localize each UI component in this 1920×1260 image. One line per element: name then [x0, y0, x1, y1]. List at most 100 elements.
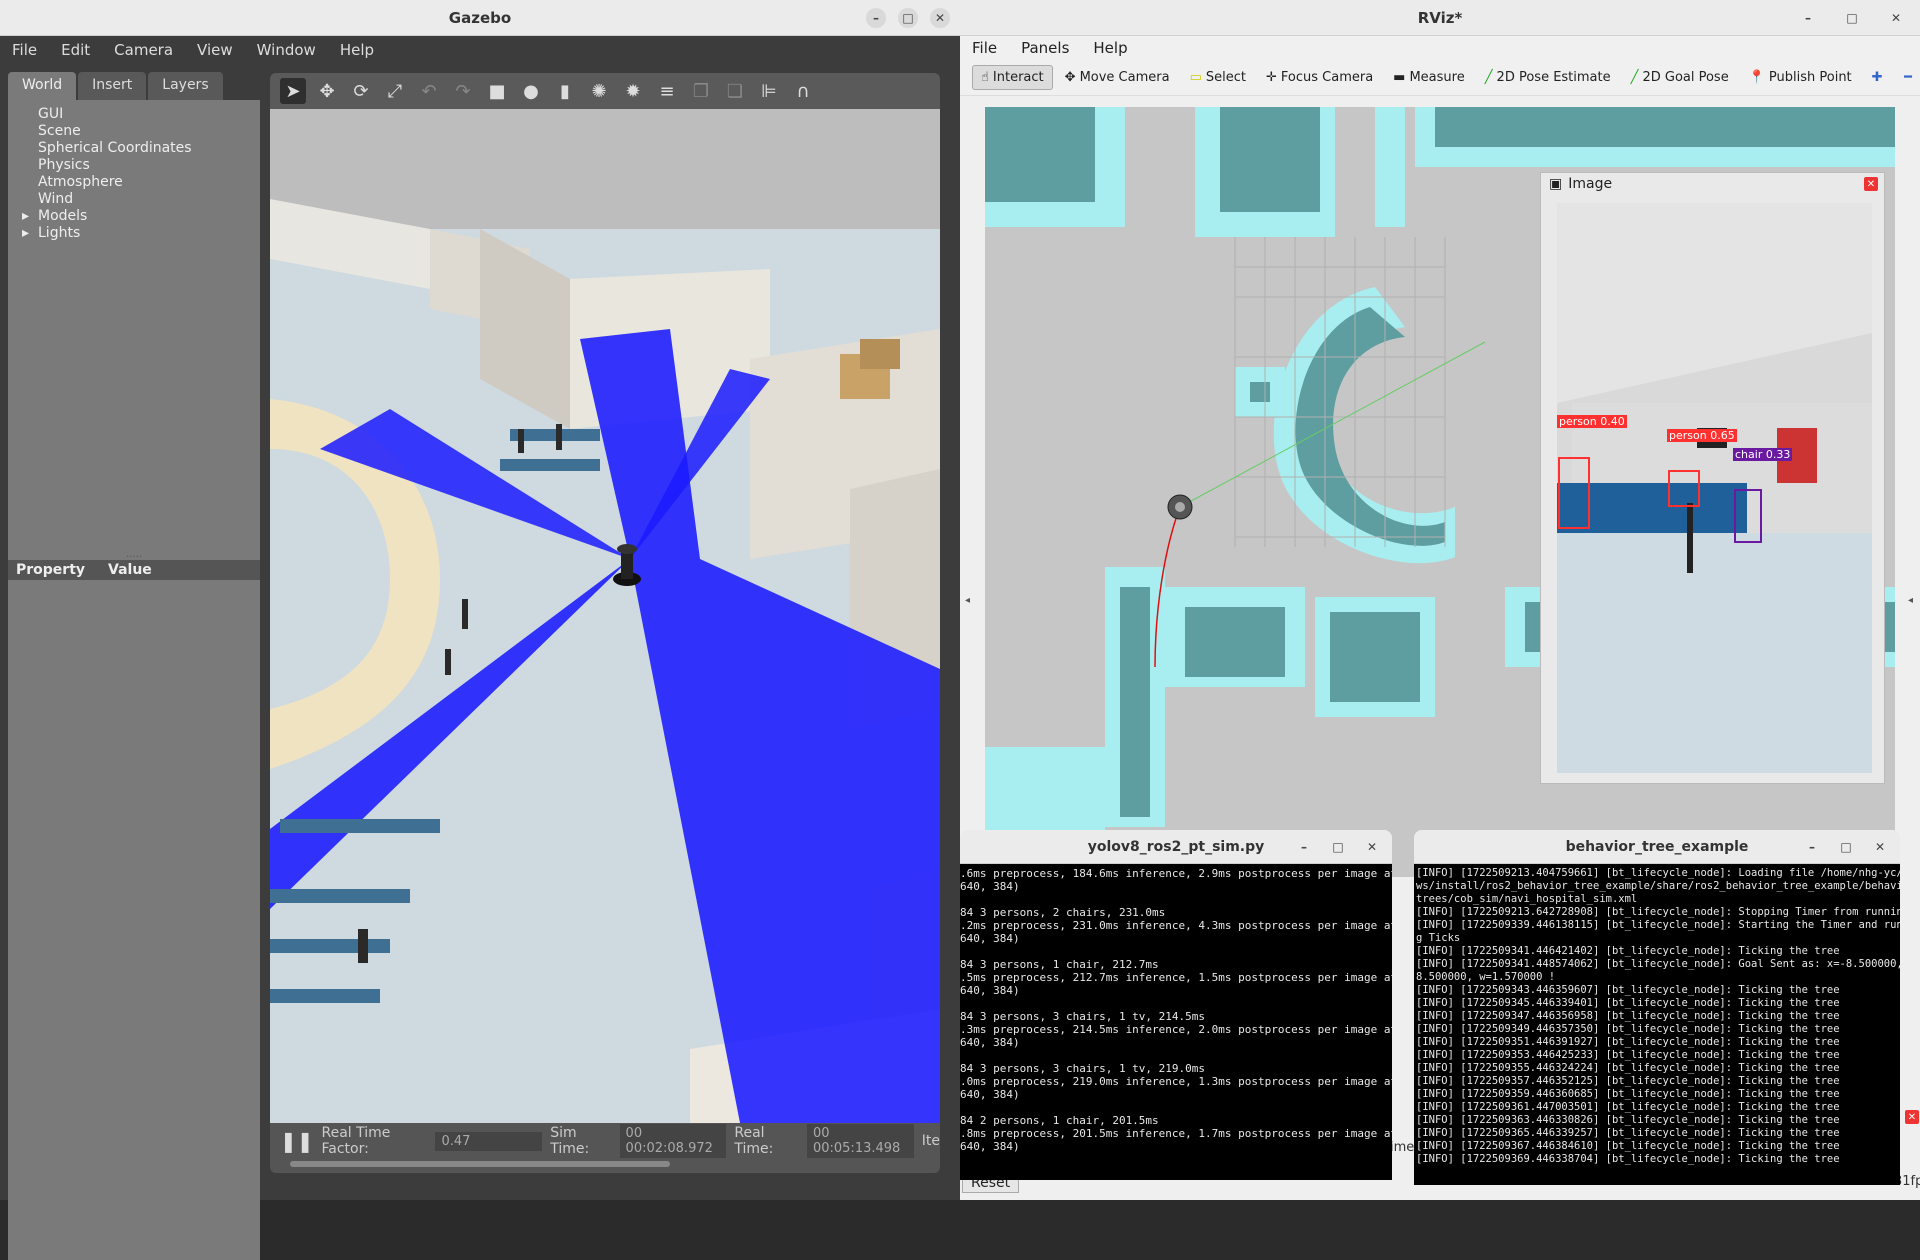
- terminal-line: [INFO] [1722509361.447003501] [bt_lifecy…: [1416, 1101, 1840, 1113]
- close-icon[interactable]: ✕: [1905, 1110, 1919, 1124]
- translate-icon[interactable]: ✥: [314, 78, 340, 104]
- menu-edit[interactable]: Edit: [49, 41, 102, 59]
- terminal-line: 84 3 persons, 3 chairs, 1 tv, 219.0ms: [960, 1062, 1206, 1075]
- menu-camera[interactable]: Camera: [102, 41, 185, 59]
- close-icon[interactable]: ✕: [930, 8, 950, 28]
- redo-icon[interactable]: ↷: [450, 78, 476, 104]
- menu-help[interactable]: Help: [328, 41, 386, 59]
- add-tool-button[interactable]: ✚: [1864, 66, 1891, 89]
- splitter-handle[interactable]: .....: [8, 460, 260, 560]
- gazebo-3d-view[interactable]: ➤ ✥ ⟳ ⤢ ↶ ↷ ■ ● ▮ ✺ ✹ ≡ ❐ ❏ ⊫ ∩ ❚❚ Real …: [270, 73, 940, 1173]
- tool-interact[interactable]: ☝ Interact: [972, 65, 1053, 90]
- terminal-line: [INFO] [1722509349.446357350] [bt_lifecy…: [1416, 1023, 1840, 1035]
- rviz-toolbar: ☝ Interact ✥ Move Camera ▭ Select ✛ Focus Ca…: [960, 60, 1920, 96]
- rviz-menubar: File Panels Help: [960, 36, 1920, 60]
- tool-publish-point[interactable]: 📍 Publish Point: [1741, 66, 1860, 89]
- spot-light-icon[interactable]: ✹: [620, 78, 646, 104]
- align-icon[interactable]: ⊫: [756, 78, 782, 104]
- tool-focus-camera[interactable]: ✛ Focus Camera: [1258, 66, 1381, 89]
- close-icon[interactable]: ✕: [1362, 837, 1382, 857]
- terminal-line: 84 2 persons, 1 chair, 201.5ms: [960, 1114, 1159, 1127]
- bt-terminal-output[interactable]: [INFO] [1722509213.404759661] [bt_lifecy…: [1414, 864, 1900, 1185]
- maximize-icon[interactable]: □: [1836, 837, 1856, 857]
- rotate-icon[interactable]: ⟳: [348, 78, 374, 104]
- tool-move-camera[interactable]: ✥ Move Camera: [1057, 66, 1178, 89]
- tool-2d-pose-estimate[interactable]: ╱ 2D Pose Estimate: [1477, 66, 1619, 89]
- maximize-icon[interactable]: □: [1842, 8, 1862, 28]
- menu-file[interactable]: File: [960, 39, 1009, 57]
- rviz-title: RViz*: [1417, 8, 1463, 27]
- paste-icon[interactable]: ❏: [722, 78, 748, 104]
- tree-item-physics[interactable]: Physics: [18, 157, 260, 174]
- terminal-line: [INFO] [1722509345.446339401] [bt_lifecy…: [1416, 997, 1840, 1009]
- tab-insert[interactable]: Insert: [78, 72, 147, 100]
- maximize-icon[interactable]: □: [1328, 837, 1348, 857]
- green-arrow-icon: ╱: [1484, 70, 1493, 85]
- real-time-label: Real Time:: [734, 1125, 774, 1157]
- tree-item-gui[interactable]: GUI: [18, 106, 260, 123]
- rtf-value: 0.47: [435, 1131, 543, 1151]
- bt-terminal-titlebar: behavior_tree_example – □ ✕: [1414, 830, 1900, 864]
- tool-2d-goal-pose[interactable]: ╱ 2D Goal Pose: [1623, 66, 1737, 89]
- scale-icon[interactable]: ⤢: [382, 78, 408, 104]
- terminal-line: .8ms preprocess, 201.5ms inference, 1.7m…: [960, 1127, 1392, 1140]
- sphere-icon[interactable]: ●: [518, 78, 544, 104]
- close-icon[interactable]: ✕: [1870, 837, 1890, 857]
- collapse-right-icon[interactable]: ◂: [1908, 595, 1913, 606]
- minimize-icon[interactable]: –: [1294, 837, 1314, 857]
- terminal-line: .6ms preprocess, 184.6ms inference, 2.9m…: [960, 867, 1392, 880]
- gazebo-scene-render: [270, 109, 940, 1123]
- tab-layers[interactable]: Layers: [148, 72, 223, 100]
- box-icon[interactable]: ■: [484, 78, 510, 104]
- close-icon[interactable]: ✕: [1886, 8, 1906, 28]
- point-light-icon[interactable]: ✺: [586, 78, 612, 104]
- menu-help[interactable]: Help: [1081, 39, 1139, 57]
- tree-item-lights[interactable]: Lights: [18, 225, 260, 242]
- terminal-line: [INFO] [1722509341.448574062] [bt_lifecy…: [1416, 958, 1900, 970]
- sim-time-label: Sim Time:: [550, 1125, 590, 1157]
- tool-select[interactable]: ▭ Select: [1182, 66, 1254, 89]
- property-column-header: Property: [16, 562, 86, 578]
- pause-icon[interactable]: ❚❚: [280, 1129, 314, 1153]
- real-time-value: 00 00:05:13.498: [806, 1124, 914, 1158]
- terminal-line: .2ms preprocess, 231.0ms inference, 4.3m…: [960, 919, 1392, 932]
- collapse-left-icon[interactable]: ◂: [965, 595, 970, 606]
- remove-tool-button[interactable]: ━: [1896, 66, 1920, 89]
- minimize-icon[interactable]: –: [1798, 8, 1818, 28]
- tool-measure[interactable]: ▬ Measure: [1385, 66, 1473, 89]
- menu-panels[interactable]: Panels: [1009, 39, 1081, 57]
- image-panel-header: ▣ Image ✕: [1541, 173, 1884, 195]
- tree-item-models[interactable]: Models: [18, 208, 260, 225]
- yolo-terminal-output[interactable]: .6ms preprocess, 184.6ms inference, 2.9m…: [960, 864, 1392, 1180]
- tree-item-spherical-coordinates[interactable]: Spherical Coordinates: [18, 140, 260, 157]
- tree-item-atmosphere[interactable]: Atmosphere: [18, 174, 260, 191]
- image-panel-icon: ▣: [1549, 176, 1563, 192]
- close-icon[interactable]: ✕: [1864, 177, 1878, 191]
- terminal-line: [INFO] [1722509341.446421402] [bt_lifecy…: [1416, 945, 1840, 957]
- rviz-window-controls: – □ ✕: [1798, 8, 1906, 28]
- copy-icon[interactable]: ❐: [688, 78, 714, 104]
- select-arrow-icon[interactable]: ➤: [280, 78, 306, 104]
- terminal-line: [INFO] [1722509213.404759661] [bt_lifecy…: [1416, 867, 1900, 879]
- tree-item-scene[interactable]: Scene: [18, 123, 260, 140]
- cylinder-icon[interactable]: ▮: [552, 78, 578, 104]
- value-column-header: Value: [108, 562, 152, 578]
- maximize-icon[interactable]: □: [898, 8, 918, 28]
- menu-view[interactable]: View: [185, 41, 245, 59]
- undo-icon[interactable]: ↶: [416, 78, 442, 104]
- snap-icon[interactable]: ∩: [790, 78, 816, 104]
- minimize-icon[interactable]: –: [1802, 837, 1822, 857]
- minimize-icon[interactable]: –: [866, 8, 886, 28]
- menu-window[interactable]: Window: [245, 41, 328, 59]
- select-box-icon: ▭: [1189, 70, 1202, 85]
- image-panel-title: Image: [1568, 176, 1613, 192]
- detection-label: chair 0.33: [1733, 448, 1793, 461]
- menu-file[interactable]: File: [0, 41, 49, 59]
- tree-item-wind[interactable]: Wind: [18, 191, 260, 208]
- tab-world[interactable]: World: [8, 72, 77, 100]
- directional-light-icon[interactable]: ≡: [654, 78, 680, 104]
- bt-terminal-title: behavior_tree_example: [1565, 838, 1749, 855]
- horizontal-scrollbar[interactable]: [290, 1161, 670, 1167]
- terminal-line: [INFO] [1722509347.446356958] [bt_lifecy…: [1416, 1010, 1840, 1022]
